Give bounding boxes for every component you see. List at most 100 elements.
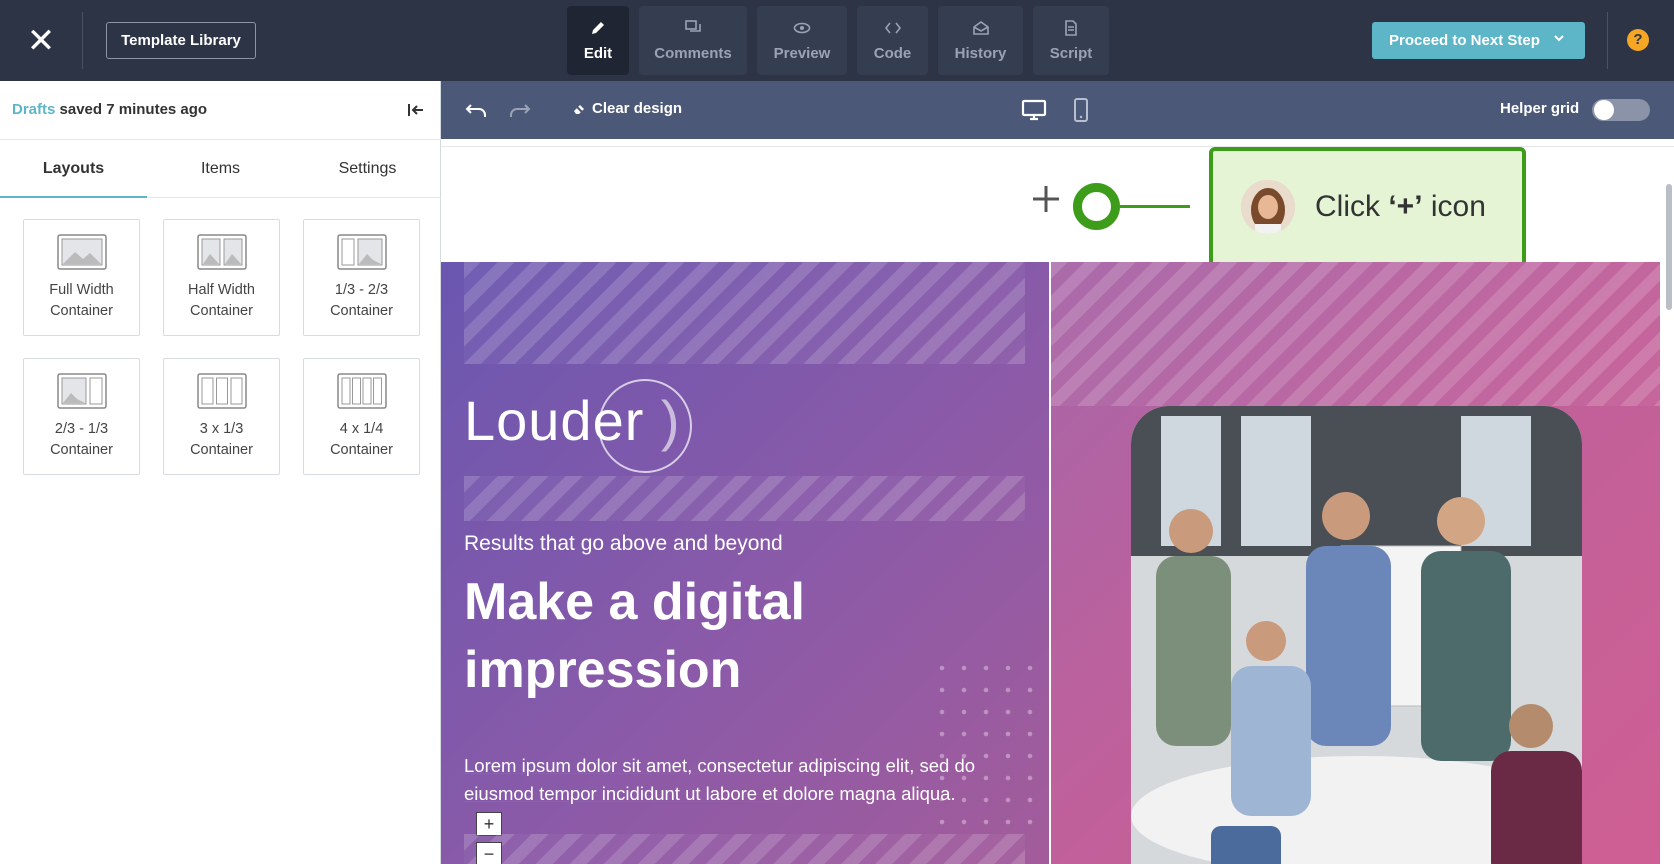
tile-label: Container — [190, 303, 253, 319]
tile-label: Container — [50, 303, 113, 319]
placeholder-stripes — [464, 262, 1025, 364]
proceed-button[interactable]: Proceed to Next Step — [1372, 22, 1585, 59]
drafts-link[interactable]: Drafts — [12, 101, 55, 118]
chevron-down-icon[interactable] — [1553, 32, 1565, 44]
history-icon — [972, 21, 989, 35]
callout-key: ‘+’ — [1388, 190, 1423, 223]
eraser-icon — [572, 101, 586, 116]
proceed-label: Proceed to Next Step — [1389, 32, 1540, 49]
help-icon[interactable]: ? — [1627, 29, 1649, 51]
tab-label: Script — [1049, 45, 1093, 62]
tab-script[interactable]: Script — [1033, 6, 1109, 75]
layout-grid: Full Width Container Half Width Container … — [23, 219, 420, 475]
decorative-dots — [931, 657, 1049, 837]
desktop-view-icon[interactable] — [1021, 98, 1047, 122]
remove-element-button[interactable]: − — [476, 842, 502, 864]
full-width-layout-icon — [56, 234, 107, 270]
left-panel: Drafts saved 7 minutes ago Layouts Items… — [0, 81, 441, 864]
placeholder-stripes — [464, 834, 1025, 864]
divider — [82, 12, 83, 69]
toggle-knob — [1594, 100, 1614, 120]
layout-two-thirds-one-third[interactable]: 2/3 - 1/3 Container — [23, 358, 140, 475]
layout-three-columns[interactable]: 3 x 1/3 Container — [163, 358, 280, 475]
tab-items[interactable]: Items — [147, 140, 294, 197]
tile-label: 1/3 - 2/3 — [334, 282, 389, 298]
template-library-button[interactable]: Template Library — [106, 22, 256, 59]
tutorial-callout: Click ‘+’ icon — [1209, 147, 1526, 267]
tab-label: Preview — [773, 45, 831, 62]
tab-label: Edit — [583, 45, 613, 62]
tab-label: Comments — [654, 45, 732, 62]
code-icon — [884, 22, 901, 34]
script-icon — [1065, 20, 1077, 36]
eye-icon — [793, 22, 811, 34]
placeholder-stripes — [464, 476, 1025, 521]
four-columns-layout-icon — [336, 373, 387, 409]
callout-prefix: Click — [1315, 190, 1389, 223]
team-photo[interactable] — [1131, 406, 1582, 864]
tab-settings[interactable]: Settings — [294, 140, 441, 197]
tile-label: 3 x 1/3 — [199, 421, 244, 437]
tab-preview[interactable]: Preview — [757, 6, 847, 75]
hero-right-column[interactable] — [1051, 262, 1660, 864]
avatar — [1241, 180, 1295, 234]
tile-label: Container — [50, 442, 113, 458]
hero-left-column[interactable]: Louder ) Results that go above and beyon… — [441, 262, 1049, 864]
canvas-scrollbar[interactable] — [1666, 184, 1672, 310]
clear-design-button[interactable]: Clear design — [572, 100, 682, 117]
tab-label: History — [954, 45, 1007, 62]
highlight-ring — [1073, 183, 1120, 230]
undo-icon[interactable] — [465, 100, 489, 120]
save-status: Drafts saved 7 minutes ago — [12, 101, 207, 118]
hero-subtitle[interactable]: Results that go above and beyond — [464, 532, 783, 556]
tile-label: Container — [330, 303, 393, 319]
tile-label: Full Width — [49, 282, 114, 298]
divider — [1607, 12, 1608, 69]
layout-one-third-two-thirds[interactable]: 1/3 - 2/3 Container — [303, 219, 420, 336]
design-canvas: Click ‘+’ icon Louder ) Results that go … — [441, 139, 1674, 864]
layout-four-columns[interactable]: 4 x 1/4 Container — [303, 358, 420, 475]
half-width-layout-icon — [196, 234, 247, 270]
tile-label: 4 x 1/4 — [339, 421, 384, 437]
body-copy: Lorem ipsum dolor sit amet, consectetur … — [464, 755, 976, 804]
tab-history[interactable]: History — [938, 6, 1023, 75]
two-thirds-one-third-layout-icon — [56, 373, 107, 409]
collapse-panel-icon[interactable] — [406, 101, 426, 119]
hero-body-text[interactable]: Lorem ipsum dolor sit amet, consectetur … — [464, 752, 1024, 808]
logo-word: Louder — [464, 389, 645, 452]
callout-connector — [1120, 205, 1190, 208]
comments-icon — [685, 20, 701, 32]
tab-code[interactable]: Code — [857, 6, 928, 75]
tab-edit[interactable]: Edit — [567, 6, 629, 75]
callout-text: Click ‘+’ icon — [1315, 190, 1486, 224]
canvas-toolbar: Clear design Helper grid — [441, 81, 1674, 139]
panel-tabs: Layouts Items Settings — [0, 139, 441, 198]
office-team-image — [1131, 406, 1582, 864]
tab-comments[interactable]: Comments — [639, 6, 747, 75]
pencil-icon — [592, 22, 604, 34]
top-bar: ✕ Template Library Edit Comments Preview… — [0, 0, 1674, 81]
helper-grid-toggle[interactable] — [1592, 99, 1650, 121]
helper-grid-label: Helper grid — [1500, 100, 1580, 117]
one-third-two-thirds-layout-icon — [336, 234, 387, 270]
redo-icon[interactable] — [507, 100, 531, 120]
logo-text[interactable]: Louder ) — [464, 388, 681, 453]
tile-label: Container — [330, 442, 393, 458]
mobile-view-icon[interactable] — [1068, 98, 1094, 122]
hero-section[interactable]: Louder ) Results that go above and beyon… — [441, 262, 1660, 864]
tab-label: Code — [873, 45, 912, 62]
placeholder-stripes — [1051, 262, 1660, 406]
saved-text: saved 7 minutes ago — [59, 101, 208, 118]
tile-label: Half Width — [188, 282, 255, 298]
callout-suffix: icon — [1422, 190, 1486, 223]
tab-layouts[interactable]: Layouts — [0, 140, 147, 198]
tile-label: Container — [190, 442, 253, 458]
tile-label: 2/3 - 1/3 — [54, 421, 109, 437]
editor-tabs: Edit Comments Preview Code History Scrip… — [567, 6, 1109, 75]
layout-half-width[interactable]: Half Width Container — [163, 219, 280, 336]
close-icon[interactable]: ✕ — [22, 22, 60, 60]
add-section-icon[interactable] — [1031, 184, 1061, 214]
three-columns-layout-icon — [196, 373, 247, 409]
layout-full-width[interactable]: Full Width Container — [23, 219, 140, 336]
add-element-button[interactable]: + — [476, 812, 502, 836]
